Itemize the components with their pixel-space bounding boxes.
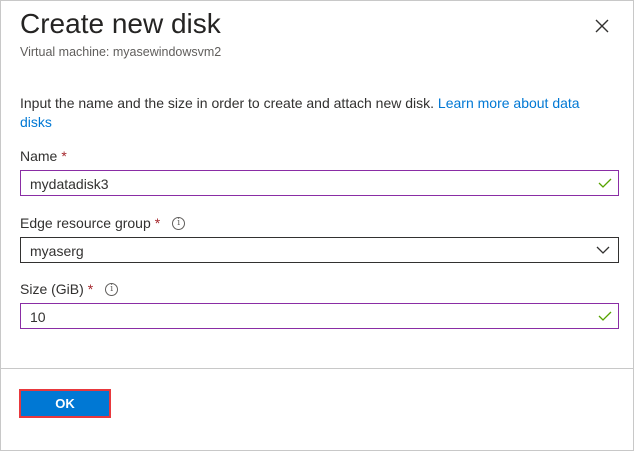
ok-highlight: OK xyxy=(19,389,111,418)
size-value: 10 xyxy=(30,309,46,325)
info-icon[interactable]: i xyxy=(105,282,119,296)
resource-group-label-text: Edge resource group xyxy=(20,215,151,231)
dialog-subtitle: Virtual machine: myasewindowsvm2 xyxy=(20,45,222,59)
description-text: Input the name and the size in order to … xyxy=(20,95,438,111)
info-icon[interactable]: i xyxy=(172,216,186,230)
size-input[interactable]: 10 xyxy=(20,303,619,329)
check-icon xyxy=(598,178,612,188)
ok-button[interactable]: OK xyxy=(21,391,109,416)
resource-group-select[interactable]: myaserg xyxy=(20,237,619,263)
name-value: mydatadisk3 xyxy=(30,176,109,192)
required-marker: * xyxy=(61,148,67,164)
description: Input the name and the size in order to … xyxy=(20,94,610,132)
required-marker: * xyxy=(87,281,94,297)
close-icon[interactable] xyxy=(592,16,612,36)
chevron-down-icon xyxy=(596,246,610,254)
size-label: Size (GiB) * i xyxy=(20,281,119,297)
name-label-text: Name xyxy=(20,148,58,164)
name-label: Name * xyxy=(20,148,67,164)
required-marker: * xyxy=(154,215,161,231)
size-label-text: Size (GiB) xyxy=(20,281,84,297)
dialog-title: Create new disk xyxy=(20,8,221,39)
footer-divider xyxy=(0,368,634,369)
resource-group-label: Edge resource group * i xyxy=(20,215,186,231)
name-input[interactable]: mydatadisk3 xyxy=(20,170,619,196)
resource-group-value: myaserg xyxy=(30,243,84,259)
check-icon xyxy=(598,311,612,321)
